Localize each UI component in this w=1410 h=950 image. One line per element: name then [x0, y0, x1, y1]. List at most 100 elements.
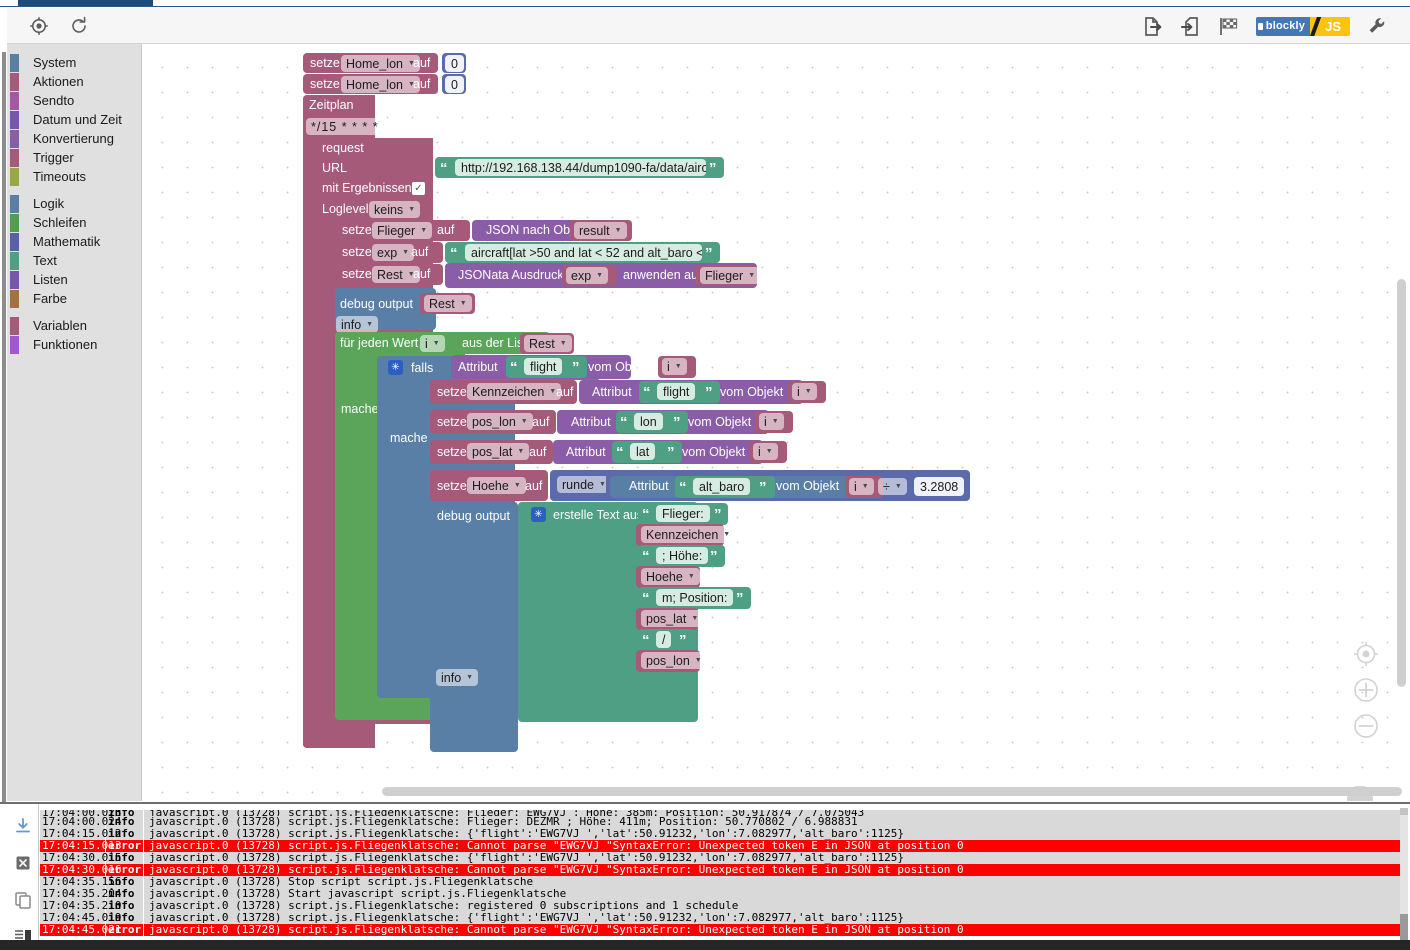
toolbox-item-logik[interactable]: Logik [7, 194, 141, 213]
round-dropdown[interactable]: runde ▼ [557, 476, 611, 493]
blockly-workspace[interactable]: setze Home_lon ▼ auf 0 setze Home_lon ▼ au… [142, 44, 1410, 801]
text-field-part-2[interactable]: ; Höhe: [656, 547, 709, 564]
variable-dropdown-result[interactable]: result ▼ [574, 222, 627, 239]
text-field-lat[interactable]: lat [630, 443, 656, 460]
variable-dropdown-i-1[interactable]: i ▼ [662, 358, 687, 375]
variable-dropdown-pos-lon-join[interactable]: pos_lon ▼ [641, 652, 707, 669]
toolbox-item-datum-und-zeit[interactable]: Datum und Zeit [7, 110, 141, 129]
setze-label: setze [310, 77, 340, 91]
variable-dropdown-rest-debug[interactable]: Rest ▼ [424, 295, 472, 312]
number-field-a[interactable]: 0 [445, 55, 464, 72]
text-field-part-6[interactable]: / [656, 631, 672, 648]
mutator-gear-icon-2[interactable] [531, 507, 546, 522]
toolbox-item-sendto[interactable]: Sendto [7, 91, 141, 110]
operator-dropdown-divide[interactable]: ÷ ▼ [878, 478, 907, 495]
text-field-flight-2[interactable]: flight [657, 383, 696, 400]
reload-icon[interactable] [68, 15, 90, 37]
zoom-in-button[interactable] [1351, 675, 1381, 705]
toolbox-item-timeouts[interactable]: Timeouts [7, 167, 141, 186]
text-field-flight-1[interactable]: flight [524, 358, 563, 375]
blockly-toolbox[interactable]: System Aktionen Sendto Datum und Zeit Ko… [7, 44, 142, 801]
log-row[interactable]: 17:04:35.204 info javascript.0 (13728) Sta… [40, 888, 1402, 900]
number-field-divisor[interactable]: 3.2808 [914, 477, 965, 496]
workspace-vertical-scrollbar[interactable] [1397, 279, 1406, 687]
debug-output-label: debug output [437, 509, 510, 523]
field-text: / [662, 632, 666, 647]
log-row[interactable]: 17:04:30.015 info javascript.0 (13728) scr… [40, 852, 1402, 864]
variable-dropdown-i-5[interactable]: i ▼ [849, 478, 874, 495]
log-row[interactable]: 17:04:15.013 error javascript.0 (13728) sc… [40, 840, 1402, 852]
download-log-icon[interactable] [13, 816, 33, 836]
log-scroll-up-button[interactable] [1400, 808, 1408, 815]
log-row[interactable]: 17:04:45.019 info javascript.0 (13728) scr… [40, 912, 1402, 924]
toolbox-item-funktionen[interactable]: Funktionen [7, 335, 141, 354]
blockly-js-toggle[interactable]: blockly JS [1255, 16, 1350, 36]
debug-level-dropdown-1[interactable]: info ▼ [336, 316, 379, 333]
color-swatch [10, 316, 19, 335]
variable-dropdown-i-2[interactable]: i ▼ [792, 383, 817, 400]
text-field-lon[interactable]: lon [634, 413, 663, 430]
log-row[interactable]: 17:04:35.210 info javascript.0 (13728) scr… [40, 900, 1402, 912]
workspace-horizontal-scrollbar[interactable] [382, 787, 1402, 796]
results-checkbox[interactable]: ✓ [412, 182, 425, 195]
variable-dropdown-pos-lat-join[interactable]: pos_lat ▼ [641, 610, 704, 627]
toolbox-item-farbe[interactable]: Farbe [7, 289, 141, 308]
log-row[interactable]: 17:04:00.024 info javascript.0 (13728) scr… [40, 816, 1402, 828]
log-row[interactable]: 17:04:45.021 error javascript.0 (13728) sc… [40, 924, 1402, 936]
text-field-part-0[interactable]: Flieger: [656, 505, 710, 522]
variable-dropdown-kennzeichen-join[interactable]: Kennzeichen ▼ [641, 526, 736, 543]
setze-label: setze [437, 445, 467, 459]
import-blocks-icon[interactable] [1180, 15, 1202, 37]
exp-text-field[interactable]: aircraft[lat >50 and lat < 52 and alt_ba… [465, 244, 702, 261]
variable-dropdown-exp[interactable]: exp ▼ [372, 244, 415, 261]
block-debug-output-text[interactable] [430, 502, 518, 752]
export-blocks-icon[interactable] [1142, 15, 1164, 37]
debug-level-dropdown-2[interactable]: info ▼ [436, 669, 479, 686]
quote-open-icon: “ [642, 590, 650, 607]
mutator-gear-icon[interactable] [388, 360, 403, 375]
toolbox-item-schleifen[interactable]: Schleifen [7, 213, 141, 232]
loop-var-dropdown-i[interactable]: i ▼ [420, 335, 445, 352]
variable-dropdown-pos-lat[interactable]: pos_lat ▼ [467, 443, 530, 460]
variable-dropdown-rest-list[interactable]: Rest ▼ [524, 335, 572, 352]
checkered-flag-icon[interactable] [1218, 15, 1240, 37]
zoom-out-button[interactable] [1351, 711, 1381, 741]
clear-log-icon[interactable] [13, 853, 33, 873]
variable-dropdown-i-4[interactable]: i ▼ [753, 443, 778, 460]
variable-dropdown-exp-arg[interactable]: exp ▼ [566, 267, 609, 284]
log-row[interactable]: 17:04:15.012 info javascript.0 (13728) scr… [40, 828, 1402, 840]
chevron-down-icon: ▼ [598, 481, 606, 488]
toolbox-item-aktionen[interactable]: Aktionen [7, 72, 141, 91]
cron-field[interactable]: */15 * * * * [306, 118, 384, 135]
field-text: runde [562, 477, 594, 492]
color-swatch [10, 270, 19, 289]
variable-dropdown-home-lon-1[interactable]: Home_lon ▼ [341, 55, 420, 72]
log-row[interactable]: 17:04:30.016 error javascript.0 (13728) sc… [40, 864, 1402, 876]
variable-dropdown-kennzeichen[interactable]: Kennzeichen ▼ [467, 383, 562, 400]
number-field-b[interactable]: 0 [445, 76, 464, 93]
variable-dropdown-hoehe-join[interactable]: Hoehe ▼ [641, 568, 700, 585]
toolbox-item-system[interactable]: System [7, 53, 141, 72]
log-rows-container[interactable]: 17:04:00.023infojavascript.0 (13728) scr… [40, 810, 1402, 950]
toolbox-item-text[interactable]: Text [7, 251, 141, 270]
toolbox-item-trigger[interactable]: Trigger [7, 148, 141, 167]
variable-dropdown-home-lon-2[interactable]: Home_lon ▼ [341, 76, 420, 93]
url-text-field[interactable]: http://192.168.138.44/dump1090-fa/data/a… [455, 159, 706, 176]
target-icon[interactable] [28, 15, 50, 37]
center-blocks-button[interactable] [1351, 639, 1381, 669]
variable-dropdown-pos-lon[interactable]: pos_lon ▼ [467, 413, 533, 430]
variable-dropdown-hoehe[interactable]: Hoehe ▼ [467, 477, 526, 494]
toolbox-item-konvertierung[interactable]: Konvertierung [7, 129, 141, 148]
log-row[interactable]: 17:04:35.156 info javascript.0 (13728) Sto… [40, 876, 1402, 888]
wrench-icon[interactable] [1366, 15, 1388, 37]
variable-dropdown-flieger-arg[interactable]: Flieger ▼ [700, 267, 761, 284]
text-field-alt-baro[interactable]: alt_baro [693, 478, 751, 495]
text-field-part-4[interactable]: m; Position: [656, 589, 734, 606]
toolbox-item-listen[interactable]: Listen [7, 270, 141, 289]
loglevel-dropdown[interactable]: keins ▼ [369, 201, 421, 218]
toolbox-item-mathematik[interactable]: Mathematik [7, 232, 141, 251]
copy-log-icon[interactable] [13, 890, 33, 910]
toolbox-item-variablen[interactable]: Variablen [7, 316, 141, 335]
variable-dropdown-i-3[interactable]: i ▼ [759, 413, 784, 430]
variable-dropdown-flieger[interactable]: Flieger ▼ [372, 222, 433, 239]
